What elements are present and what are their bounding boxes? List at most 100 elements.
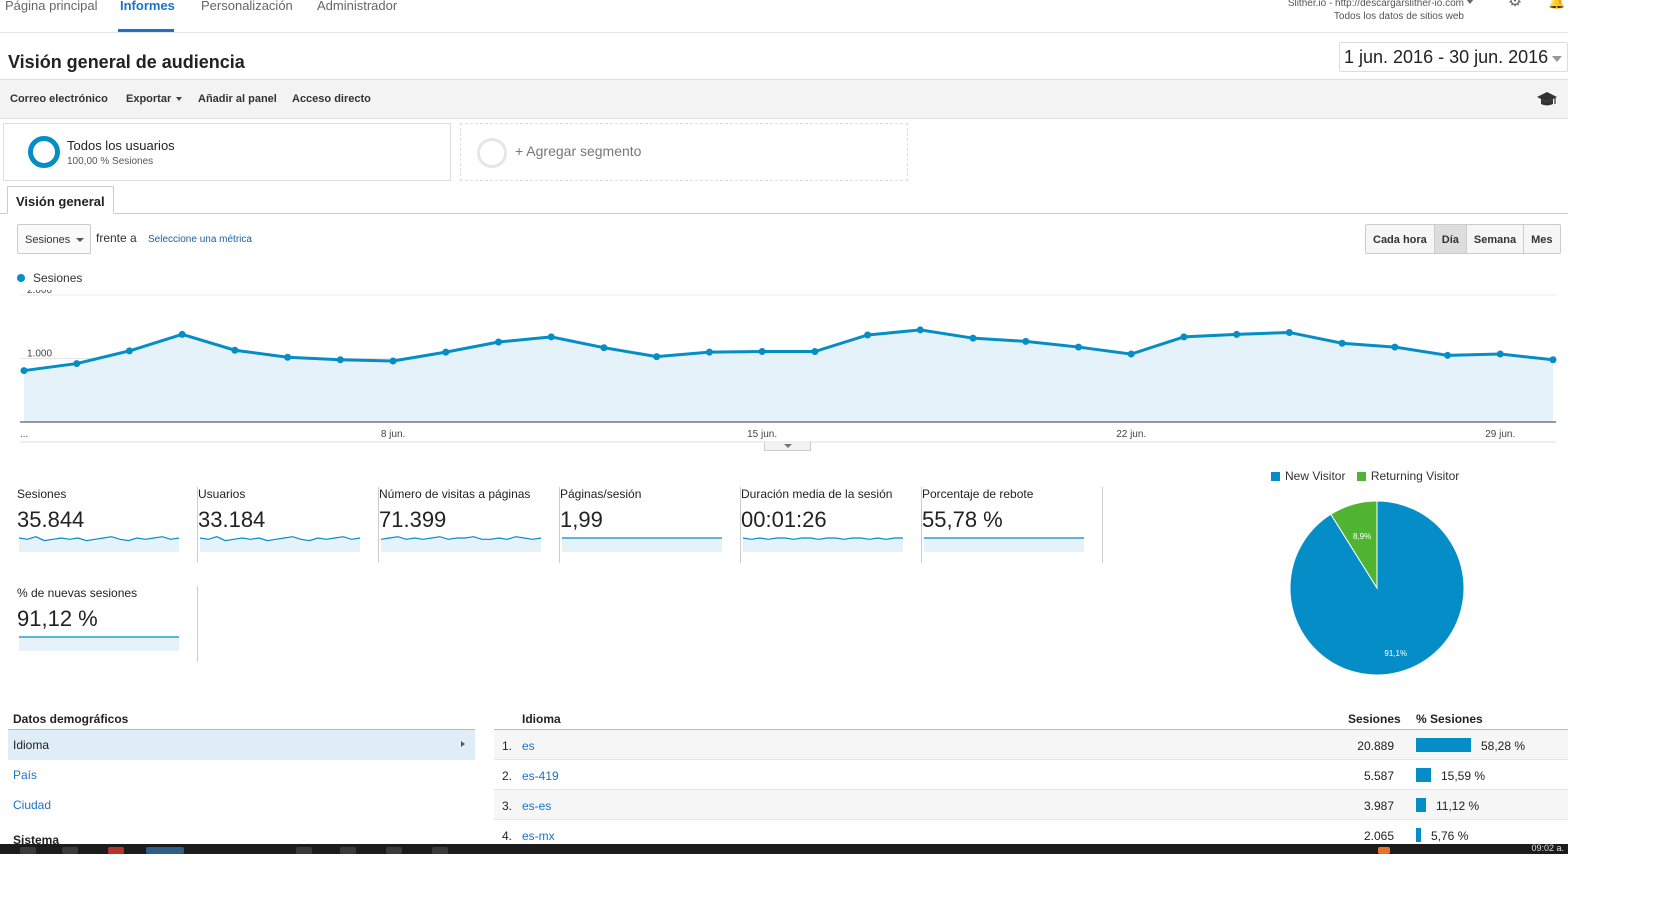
taskbar-app-icon[interactable]	[296, 847, 312, 854]
data-point	[1180, 333, 1188, 341]
metric-label: Porcentaje de rebote	[922, 487, 1034, 501]
metric-sparkline	[19, 536, 179, 552]
row-rank: 3.	[502, 799, 513, 813]
export-button[interactable]: Exportar	[126, 93, 183, 105]
data-point	[811, 348, 819, 356]
taskbar-app-icon[interactable]	[146, 847, 184, 854]
nav-tab-home[interactable]: Página principal	[5, 0, 98, 13]
day-button[interactable]: Día	[1434, 225, 1467, 253]
data-point	[231, 346, 239, 354]
metric-dropdown[interactable]: Sesiones	[17, 224, 91, 254]
language-table-header: Idioma Sesiones % Sesiones	[494, 712, 1568, 730]
select-metric-link[interactable]: Seleccione una métrica	[148, 234, 252, 245]
chevron-down-icon	[1552, 56, 1562, 62]
taskbar-app-icon[interactable]	[340, 847, 356, 854]
metric-sparkline	[743, 537, 903, 552]
analytics-window: Página principal Informes Personalizació…	[0, 0, 1568, 854]
demographics-item-label: Ciudad	[13, 798, 52, 812]
row-language-link[interactable]: es	[522, 739, 535, 753]
metric-value: 91,12 %	[17, 606, 98, 631]
metric-value: 35.844	[17, 507, 85, 532]
metric-card-users[interactable]: Usuarios 33.184	[198, 487, 379, 563]
visitor-type-pie-chart[interactable]: 91,1% 8,9%	[1288, 499, 1466, 677]
sessions-chart[interactable]: 2.000 1.000... 8 jun. 15 jun. 22 jun. 29 jun.	[0, 290, 1568, 450]
row-language-link[interactable]: es-mx	[522, 829, 555, 843]
os-taskbar: 09:02 a.	[0, 843, 1568, 854]
metric-card-pages-per-session[interactable]: Páginas/sesión 1,99	[560, 487, 741, 563]
chart-resize-handle[interactable]	[764, 442, 811, 451]
row-language-link[interactable]: es-419	[522, 769, 559, 783]
row-pct: 58,28 %	[1481, 739, 1526, 753]
graduation-cap-icon[interactable]	[1536, 90, 1558, 108]
tab-overview[interactable]: Visión general	[7, 186, 114, 214]
date-range-picker[interactable]: 1 jun. 2016 - 30 jun. 2016	[1339, 42, 1568, 72]
row-pct-bar	[1416, 828, 1421, 842]
nav-tab-admin[interactable]: Administrador	[317, 0, 397, 13]
taskbar-app-icon[interactable]	[62, 847, 78, 854]
data-point	[442, 348, 450, 356]
segment-subtitle: 100,00 % Sesiones	[67, 156, 154, 167]
add-segment-button[interactable]: + Agregar segmento	[460, 123, 908, 181]
row-language-link[interactable]: es-es	[522, 799, 551, 813]
x-tick-label: ...	[20, 429, 28, 440]
data-point	[1074, 343, 1082, 351]
data-point	[1496, 350, 1504, 358]
data-point	[653, 353, 661, 361]
add-to-dashboard-button[interactable]: Añadir al panel	[198, 93, 277, 105]
metric-card-sessions[interactable]: Sesiones 35.844	[17, 487, 198, 563]
report-toolbar: Correo electrónico Exportar Añadir al pa…	[0, 79, 1568, 119]
row-sessions: 2.065	[1363, 829, 1394, 843]
data-point	[336, 356, 344, 364]
bell-icon[interactable]: 🔔	[1548, 0, 1566, 8]
metric-card-new-sessions[interactable]: % de nuevas sesiones 91,12 %	[17, 586, 198, 662]
metric-sparkline	[200, 536, 360, 552]
taskbar-clock: 09:02 a.	[1531, 843, 1564, 853]
metric-card-pageviews[interactable]: Número de visitas a páginas 71.399	[379, 487, 560, 563]
export-label: Exportar	[126, 93, 172, 105]
data-point	[1233, 330, 1241, 338]
nav-tab-customization[interactable]: Personalización	[201, 0, 293, 13]
granularity-buttons: Cada hora Día Semana Mes	[1365, 224, 1561, 254]
data-point	[1338, 339, 1346, 347]
email-button[interactable]: Correo electrónico	[10, 93, 108, 105]
metric-value: 71.399	[379, 507, 447, 532]
taskbar-app-icon[interactable]	[432, 847, 448, 854]
month-button[interactable]: Mes	[1524, 225, 1559, 253]
legend-returning-visitor[interactable]: Returning Visitor	[1371, 469, 1460, 483]
date-start: 1 jun. 2016	[1344, 47, 1434, 67]
segment-all-users[interactable]: Todos los usuarios 100,00 % Sesiones	[3, 123, 451, 181]
gear-icon[interactable]: ⚙	[1505, 0, 1525, 10]
tab-divider	[0, 213, 1568, 214]
metric-value: 33.184	[198, 507, 266, 532]
metric-card-bounce-rate[interactable]: Porcentaje de rebote 55,78 %	[922, 487, 1103, 563]
demographics-item-city[interactable]: Ciudad	[8, 790, 475, 820]
taskbar-app-icon[interactable]	[108, 847, 124, 854]
pie-legend: New Visitor Returning Visitor	[1271, 469, 1459, 483]
shortcut-button[interactable]: Acceso directo	[292, 93, 371, 105]
demographics-item-language[interactable]: Idioma	[8, 730, 475, 760]
taskbar-app-icon[interactable]	[20, 847, 36, 854]
data-point	[125, 347, 133, 355]
metric-sparkline	[19, 636, 179, 651]
demographics-item-country[interactable]: País	[8, 760, 475, 790]
data-point	[1391, 343, 1399, 351]
metric-card-avg-session-duration[interactable]: Duración media de la sesión 00:01:26	[741, 487, 922, 563]
demographics-item-label: Idioma	[13, 738, 50, 752]
chevron-down-icon	[784, 444, 792, 448]
sparkline-area	[924, 538, 1084, 552]
hourly-button[interactable]: Cada hora	[1366, 225, 1435, 253]
y-tick-label: 1.000	[27, 349, 52, 360]
legend-new-visitor[interactable]: New Visitor	[1285, 469, 1345, 483]
tray-icon[interactable]	[1378, 847, 1390, 854]
account-selector[interactable]: Slither.io - http://descargarslither-io.…	[1287, 0, 1474, 23]
table-row: 1. es 20.889 58,28 %	[494, 730, 1568, 760]
x-tick-label: 8 jun.	[381, 429, 405, 440]
column-header-sessions: Sesiones	[1348, 712, 1401, 726]
metric-label: Páginas/sesión	[560, 487, 642, 501]
demographics-title: Datos demográficos	[13, 712, 129, 726]
week-button[interactable]: Semana	[1467, 225, 1525, 253]
taskbar-app-icon[interactable]	[386, 847, 402, 854]
account-property: Slither.io - http://descargarslither-io.…	[1287, 0, 1464, 9]
nav-tab-reports[interactable]: Informes	[120, 0, 175, 13]
metric-sparkline	[381, 536, 541, 552]
